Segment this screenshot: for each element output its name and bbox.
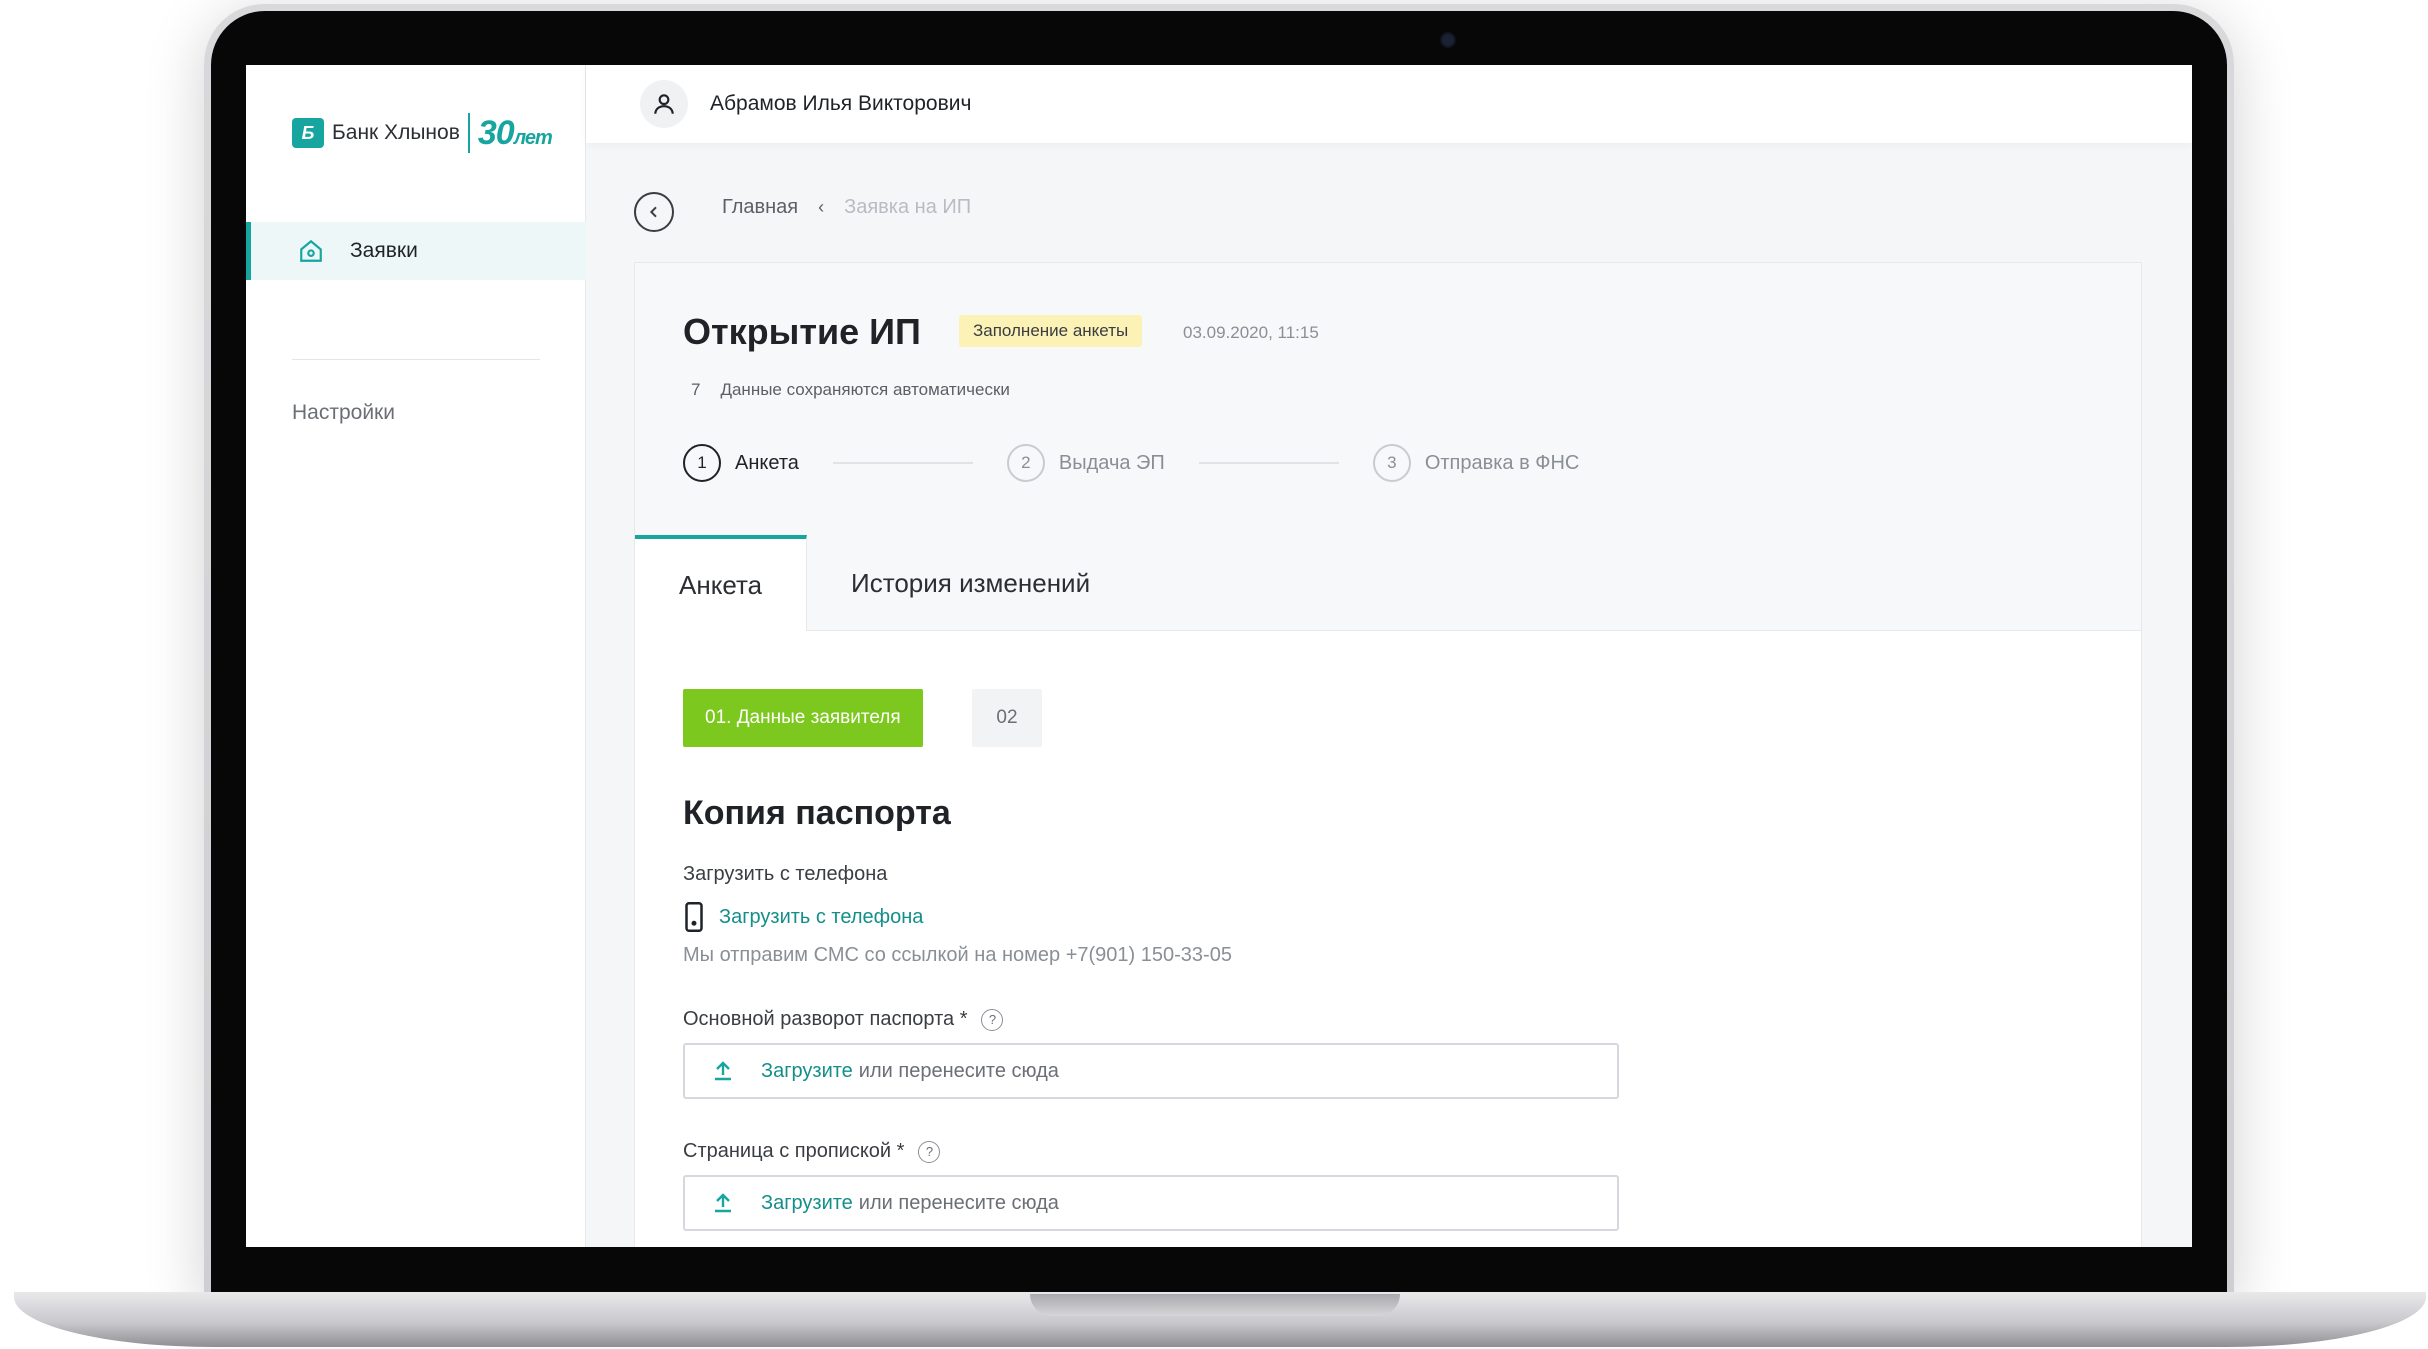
step-label: Отправка в ФНС <box>1424 451 1580 474</box>
step-connector <box>832 462 973 464</box>
tab-history[interactable]: История изменений <box>807 535 1134 631</box>
phone-upload-link-text[interactable]: Загрузить с телефона <box>719 906 923 929</box>
phone-upload-link[interactable]: Загрузить с телефона <box>683 902 923 932</box>
user-name[interactable]: Абрамов Илья Викторович <box>710 92 971 116</box>
step-number: 1 <box>683 444 721 482</box>
bank-logo-icon: Б <box>292 118 324 148</box>
sidebar: Б Банк Хлынов 30лет Заявки Настройки <box>246 65 586 1247</box>
user-icon[interactable] <box>640 80 688 128</box>
laptop-notch <box>1030 1294 1400 1316</box>
upload-hint: или перенесите сюда <box>858 1191 1059 1214</box>
top-header: Абрамов Илья Викторович <box>586 65 2192 143</box>
progress-steps: 1 Анкета 2 Выдача ЭП 3 Отправка в ФНС <box>683 443 1579 483</box>
help-icon[interactable]: ? <box>981 1008 1004 1031</box>
step-connector <box>1198 462 1339 464</box>
field-label: Основной разворот паспорта * <box>683 1008 968 1030</box>
step-questionnaire[interactable]: 1 Анкета <box>683 444 799 482</box>
logo-divider <box>467 113 470 153</box>
status-badge: Заполнение анкеты <box>959 315 1143 347</box>
bank-name: Банк Хлынов <box>332 121 460 144</box>
section-button-applicant[interactable]: 01. Данные заявителя <box>683 689 923 747</box>
passport-main-dropzone[interactable]: Загрузите или перенесите сюда <box>683 1043 1619 1099</box>
step-number: 2 <box>1006 444 1045 482</box>
upload-hint: или перенесите сюда <box>858 1059 1059 1082</box>
chevron-left-icon <box>649 206 657 218</box>
application-card: Открытие ИП Заполнение анкеты 03.09.2020… <box>634 262 2142 1247</box>
section-title: Копия паспорта <box>683 794 951 832</box>
passport-main-label: Основной разворот паспорта *? <box>683 1008 1004 1031</box>
step-number: 3 <box>1372 444 1411 482</box>
phone-upload-label: Загрузить с телефона <box>683 863 888 885</box>
camera-icon <box>1440 32 1456 48</box>
tabs: Анкета История изменений <box>635 535 2141 631</box>
sidebar-item-applications[interactable]: Заявки <box>246 222 586 280</box>
breadcrumb-separator: ‹ <box>818 197 825 217</box>
app-screen: Б Банк Хлынов 30лет Заявки Настройки Абр… <box>246 65 2192 1247</box>
help-icon[interactable]: ? <box>918 1140 941 1163</box>
step-fns[interactable]: 3 Отправка в ФНС <box>1372 444 1580 482</box>
step-label: Анкета <box>735 451 799 474</box>
back-button[interactable] <box>634 192 674 232</box>
home-icon <box>296 236 326 266</box>
sidebar-item-label: Заявки <box>350 239 418 262</box>
step-signature[interactable]: 2 Выдача ЭП <box>1006 444 1165 482</box>
breadcrumb-current: Заявка на ИП <box>844 196 972 218</box>
autosave-note: 7 Данные сохраняются автоматически <box>691 380 1010 400</box>
breadcrumb-home[interactable]: Главная <box>722 196 798 219</box>
form-area: 01. Данные заявителя 02 Копия паспорта З… <box>635 631 2141 1247</box>
upload-icon <box>715 1193 731 1213</box>
brand-logo[interactable]: Б Банк Хлынов 30лет <box>292 113 553 153</box>
passport-registration-dropzone[interactable]: Загрузите или перенесите сюда <box>683 1175 1619 1231</box>
page-title: Открытие ИП <box>683 311 921 352</box>
upload-link[interactable]: Загрузите <box>761 1192 853 1215</box>
sidebar-divider <box>292 359 540 360</box>
field-label: Страница с пропиской * <box>683 1140 905 1162</box>
section-button-next[interactable]: 02 <box>972 689 1042 747</box>
card-header: Открытие ИП Заполнение анкеты 03.09.2020… <box>635 263 2141 535</box>
upload-link[interactable]: Загрузите <box>761 1060 853 1083</box>
breadcrumb: Главная ‹ Заявка на ИП <box>722 196 971 219</box>
autosave-text: Данные сохраняются автоматически <box>720 380 1010 399</box>
tab-questionnaire[interactable]: Анкета <box>635 535 808 631</box>
sidebar-item-settings[interactable]: Настройки <box>292 401 395 425</box>
passport-registration-label: Страница с пропиской *? <box>683 1140 941 1163</box>
autosave-counter: 7 <box>691 380 701 399</box>
phone-upload-hint: Мы отправим СМС со ссылкой на номер +7(9… <box>683 944 1232 966</box>
step-label: Выдача ЭП <box>1058 451 1165 474</box>
upload-icon <box>715 1061 731 1081</box>
phone-icon <box>685 902 703 932</box>
application-timestamp: 03.09.2020, 11:15 <box>1183 323 1319 342</box>
anniversary-logo: 30лет <box>477 113 553 152</box>
